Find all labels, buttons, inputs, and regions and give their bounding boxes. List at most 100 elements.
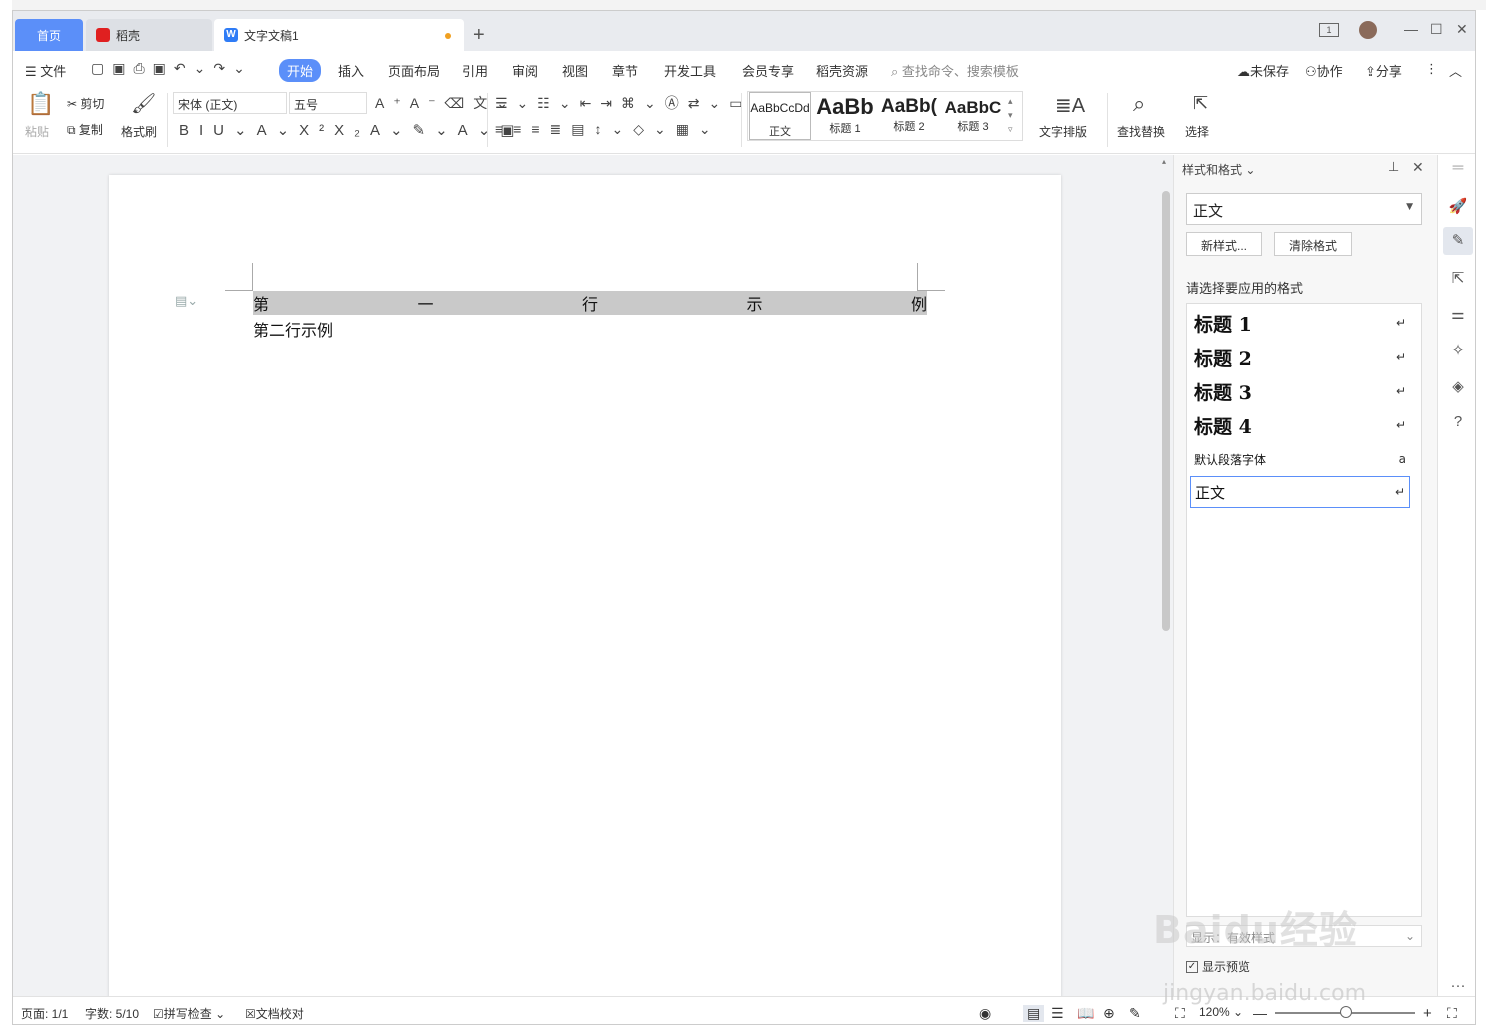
tab-chapter[interactable]: 章节 xyxy=(612,61,638,80)
read-view-icon[interactable]: 📖 xyxy=(1077,1005,1094,1022)
tab-references[interactable]: 引用 xyxy=(462,61,488,80)
tab-daoke-resources[interactable]: 稻壳资源 xyxy=(816,61,868,80)
cut-button[interactable]: ✂ 剪切 xyxy=(67,95,104,112)
outline-view-icon[interactable]: ☰ xyxy=(1051,1005,1064,1022)
collab-button[interactable]: ⚇协作 xyxy=(1305,61,1343,80)
tab-member[interactable]: 会员专享 xyxy=(742,61,794,80)
write-view-icon[interactable]: ✎ xyxy=(1129,1005,1141,1022)
zoom-slider-knob[interactable] xyxy=(1340,1006,1352,1018)
style-list-item[interactable]: 标题 2 ↵ xyxy=(1190,341,1410,373)
style-list-item[interactable]: 标题 1 ↵ xyxy=(1190,307,1410,339)
font-size-select[interactable]: 五号 xyxy=(289,92,367,114)
file-menu[interactable]: ☰ 文件 xyxy=(25,61,66,80)
font-format-icons[interactable]: BIU⌄A⌄X²X₂A⌄✎⌄A⌄▣ xyxy=(179,121,524,139)
tab-view[interactable]: 视图 xyxy=(562,61,588,80)
style-list-item[interactable]: 标题 4 ↵ xyxy=(1190,409,1410,441)
style-heading2[interactable]: AaBb( 标题 2 xyxy=(878,92,940,140)
clear-format-button[interactable]: 清除格式 xyxy=(1274,232,1353,256)
text-layout-icon[interactable]: ≣A xyxy=(1055,93,1085,118)
current-style-select[interactable]: 正文 ▼ xyxy=(1186,193,1422,225)
cursor-icon[interactable]: ⇱ xyxy=(1448,269,1468,289)
tab-home[interactable]: 首页 xyxy=(15,19,83,51)
chevron-down-icon: ⌄ xyxy=(1404,929,1415,943)
document-page[interactable]: ▤⌄ 第 一 行 示 例 第二行示例 xyxy=(109,175,1061,1005)
sliders-icon[interactable]: ⚌ xyxy=(1448,305,1468,325)
unsaved-button[interactable]: ☁未保存 xyxy=(1237,61,1289,80)
show-preview-checkbox[interactable]: ✓ 显示预览 xyxy=(1186,958,1250,975)
style-list-item[interactable]: 默认段落字体 a xyxy=(1190,443,1410,475)
help-icon[interactable]: ? xyxy=(1448,413,1468,433)
new-tab-button[interactable]: + xyxy=(473,24,485,47)
zoom-level[interactable]: 120% ⌄ xyxy=(1199,1005,1243,1019)
tab-review[interactable]: 审阅 xyxy=(512,61,538,80)
scroll-up-icon[interactable]: ▴ xyxy=(1162,157,1166,166)
paragraph-handle-icon[interactable]: ▤⌄ xyxy=(175,293,198,309)
copy-button[interactable]: ⧉ 复制 xyxy=(67,121,103,138)
scroll-thumb[interactable] xyxy=(1162,191,1170,631)
more-options-icon[interactable]: ··· xyxy=(1448,977,1468,997)
style-gallery-scroll-icon[interactable]: ▴ ▾ ▿ xyxy=(1008,94,1013,136)
rocket-icon[interactable]: 🚀 xyxy=(1448,197,1468,217)
format-painter-label[interactable]: 格式刷 xyxy=(121,123,157,140)
more-icon[interactable]: ⋮ xyxy=(1425,61,1438,77)
tab-start[interactable]: 开始 xyxy=(279,59,322,82)
document-scrollbar[interactable]: ▴ xyxy=(1159,155,1173,996)
share-button[interactable]: ⇪分享 xyxy=(1365,61,1402,80)
drag-handle-icon[interactable]: ═ xyxy=(1448,159,1468,179)
command-search[interactable]: ⌕ 查找命令、搜索模板 xyxy=(891,61,1019,80)
find-replace-label[interactable]: 查找替换 xyxy=(1117,123,1165,140)
fullscreen-icon[interactable]: ⛶ xyxy=(1447,1005,1457,1022)
paragraph-line-1-selected[interactable]: 第 一 行 示 例 xyxy=(253,291,927,315)
style-pen-icon[interactable]: ✎ xyxy=(1443,227,1473,255)
tab-dev-tools[interactable]: 开发工具 xyxy=(664,61,716,80)
paste-icon[interactable]: 📋 xyxy=(27,91,54,117)
new-style-button[interactable]: 新样式... xyxy=(1186,232,1263,256)
spell-check-button[interactable]: ☑拼写检查 ⌄ xyxy=(153,1005,225,1022)
compass-icon[interactable]: ◈ xyxy=(1448,377,1468,397)
style-heading3[interactable]: AaBbC 标题 3 xyxy=(942,92,1004,140)
close-window-icon[interactable]: ✕ xyxy=(1456,21,1468,38)
style-heading1[interactable]: AaBb 标题 1 xyxy=(814,92,876,140)
eye-protection-icon[interactable]: ◉ xyxy=(979,1005,991,1022)
tab-page-layout[interactable]: 页面布局 xyxy=(388,61,440,80)
select-label[interactable]: 选择 xyxy=(1185,123,1209,140)
avatar[interactable] xyxy=(1359,21,1377,39)
pin-icon[interactable]: ⊥ xyxy=(1388,159,1399,175)
share-icon: ⇪ xyxy=(1365,64,1376,79)
tab-daoke[interactable]: 稻壳 xyxy=(86,19,212,51)
zoom-out-button[interactable]: — xyxy=(1253,1005,1267,1021)
paragraph-line-2[interactable]: 第二行示例 xyxy=(253,317,333,341)
list-indent-icons[interactable]: ☰⌄☷⌄⇤⇥⌘⌄Ⓐ⇄⌄▭ xyxy=(495,93,751,113)
collapse-ribbon-icon[interactable]: ︿ xyxy=(1449,61,1462,80)
find-replace-icon[interactable]: ⌕ xyxy=(1133,91,1145,117)
style-name: 标题 4 xyxy=(1194,415,1252,438)
tab-document[interactable]: W 文字文稿1 xyxy=(214,19,464,51)
word-count[interactable]: 字数: 5/10 xyxy=(85,1005,139,1022)
tab-insert[interactable]: 插入 xyxy=(338,61,364,80)
style-list-item[interactable]: 标题 3 ↵ xyxy=(1190,375,1410,407)
pane-title[interactable]: 样式和格式 ⌄ xyxy=(1182,161,1255,178)
fit-page-icon[interactable]: ⛶ xyxy=(1175,1005,1185,1022)
web-view-icon[interactable]: ⊕ xyxy=(1103,1005,1115,1022)
select-cursor-icon[interactable]: ⇱ xyxy=(1193,93,1208,114)
minimize-icon[interactable]: — xyxy=(1404,21,1418,37)
pane-title-label: 样式和格式 xyxy=(1182,163,1243,177)
window-layout-icon[interactable]: 1 xyxy=(1319,23,1339,37)
text-layout-label[interactable]: 文字排版 xyxy=(1039,123,1087,140)
maximize-icon[interactable]: ☐ xyxy=(1430,21,1443,38)
font-size-value: 五号 xyxy=(294,98,319,112)
unsaved-label: 未保存 xyxy=(1250,64,1290,79)
page-indicator[interactable]: 页面: 1/1 xyxy=(21,1005,68,1022)
font-name-select[interactable]: 宋体 (正文) xyxy=(173,92,287,114)
close-pane-icon[interactable]: ✕ xyxy=(1412,159,1424,176)
doc-proofread-button[interactable]: ☒文档校对 xyxy=(245,1005,304,1022)
style-normal[interactable]: AaBbCcDd 正文 xyxy=(749,92,811,140)
quick-access-icons[interactable]: ▢▣⎙▣↶⌄↷⌄ xyxy=(91,60,253,77)
paragraph-align-icons[interactable]: ≡≡≡≣▤↕⌄◇⌄▦⌄ xyxy=(495,121,721,138)
zoom-in-button[interactable]: + xyxy=(1423,1005,1432,1022)
format-painter-icon[interactable]: 🖌 xyxy=(131,91,156,116)
page-view-icon[interactable]: ▤ xyxy=(1023,1005,1045,1022)
sparkle-icon[interactable]: ✧ xyxy=(1448,341,1468,361)
style-list-item-selected[interactable]: 正文 ↵ xyxy=(1190,476,1410,508)
paste-label[interactable]: 粘贴 xyxy=(25,123,49,140)
